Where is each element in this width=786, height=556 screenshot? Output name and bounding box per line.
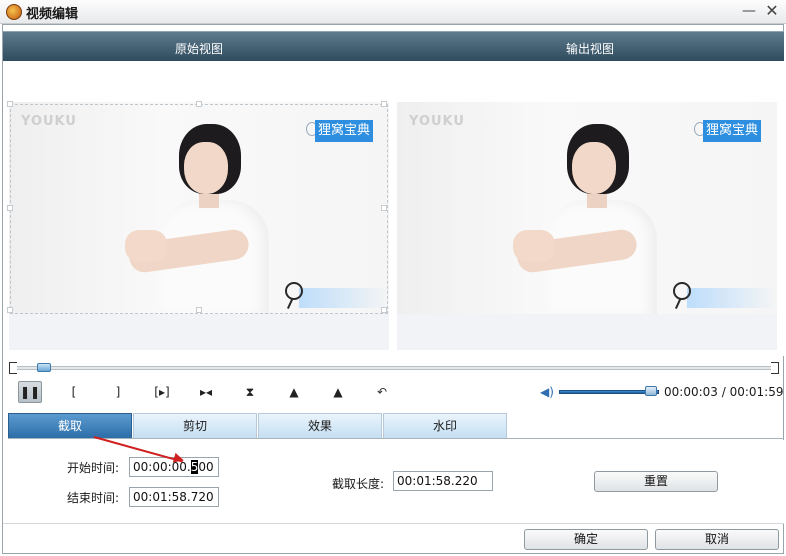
rotate-left-button[interactable]: ▲ [282,381,306,403]
video-watermark: YOUKU [409,114,465,129]
tab-effects[interactable]: 效果 [258,413,382,438]
video-glow [299,288,389,308]
timeline-track[interactable] [12,366,778,370]
person-hands [125,230,167,262]
trim-length-input[interactable]: 00:01:58.220 [393,471,493,491]
window-title: 视频编辑 [26,7,79,22]
volume-slider-thumb[interactable] [645,386,657,396]
tab-trim[interactable]: 截取 [8,413,132,438]
flip-vertical-button[interactable]: ⧗ [238,381,262,403]
volume-icon[interactable]: ◀) [540,386,554,398]
person-face [184,142,228,194]
start-time-text-tail: 00 [198,460,214,474]
start-time-label: 开始时间: [67,461,120,475]
mark-in-button[interactable]: [ [62,381,86,403]
output-video-frame: YOUKU 狸窝宝典 [397,102,777,314]
minimize-button[interactable]: — [740,2,758,20]
skip-button[interactable]: ▸◂ [194,381,218,403]
reset-button[interactable]: 重置 [594,471,718,492]
app-logo-icon [6,4,22,20]
trim-length-label: 截取长度: [332,477,385,491]
close-button[interactable]: ✕ [763,2,781,20]
rotate-right-button[interactable]: ▲ [326,381,350,403]
play-range-button[interactable]: [▸] [150,381,174,403]
mark-out-button[interactable]: ] [106,381,130,403]
edit-tabs: 截取 剪切 效果 水印 [8,413,784,439]
cancel-button[interactable]: 取消 [655,529,779,550]
undo-button[interactable]: ↶ [370,381,394,403]
video-watermark: YOUKU [21,114,77,129]
magnifier-logo-icon [285,282,303,300]
output-view-title: 输出视图 [566,42,615,56]
original-view-title: 原始视图 [175,42,224,56]
end-time-label: 结束时间: [67,491,120,505]
output-video-panel: YOUKU 狸窝宝典 [397,102,777,350]
tab-cut[interactable]: 剪切 [133,413,257,438]
person-hands [513,230,555,262]
video-brand-badge: 狸窝宝典 [703,120,761,142]
view-header-bar: 原始视图 输出视图 [3,31,784,61]
magnifier-logo-icon [673,282,691,300]
person-face [572,142,616,194]
volume-slider[interactable] [559,390,659,394]
time-readout: 00:00:03 / 00:01:59 [664,385,784,399]
timeline-playhead[interactable] [36,363,51,372]
timeline-end-marker[interactable] [771,362,779,374]
original-video-panel[interactable]: YOUKU 狸窝宝典 [9,102,389,350]
video-glow [687,288,777,308]
ok-button[interactable]: 确定 [524,529,648,550]
video-brand-badge: 狸窝宝典 [315,120,373,142]
original-video-frame: YOUKU 狸窝宝典 [9,102,389,314]
playback-toolbar: ❚❚ [ ] [▸] ▸◂ ⧗ ▲ ▲ ↶ ◀) 00:00:03 / 00:0… [0,378,786,406]
end-time-input[interactable]: 00:01:58.720 [129,487,219,507]
pause-button[interactable]: ❚❚ [18,381,42,403]
timeline-start-marker[interactable] [9,362,17,374]
window-titlebar: 视频编辑 — ✕ [0,0,786,24]
tab-watermark[interactable]: 水印 [383,413,507,438]
